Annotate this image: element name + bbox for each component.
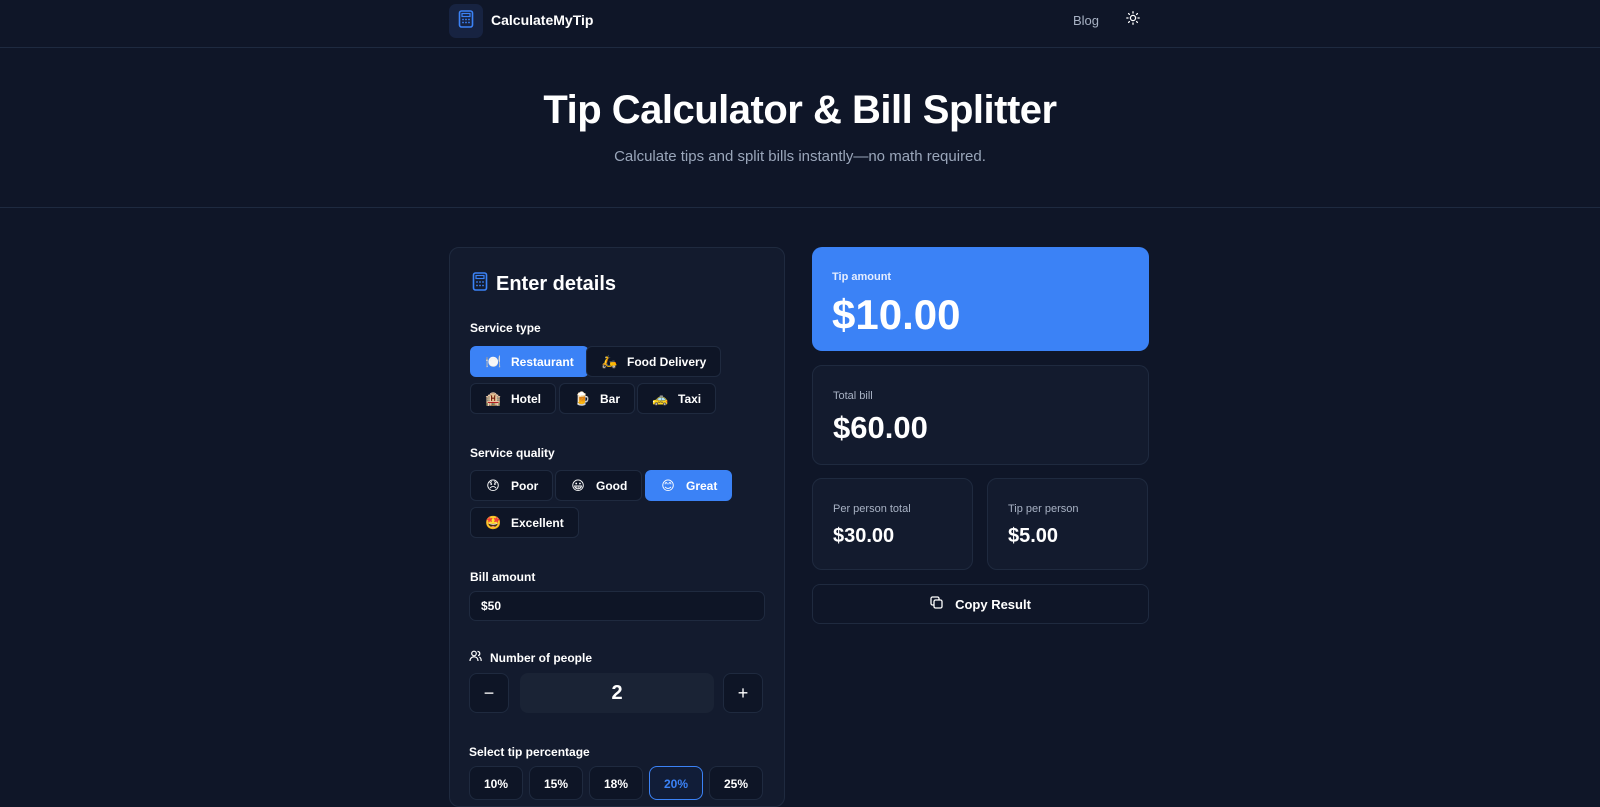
tip-per-person-label: Tip per person: [1008, 503, 1079, 515]
tip-20-button[interactable]: 20%: [649, 766, 703, 800]
per-person-total-value: $30.00: [833, 525, 895, 547]
details-card-title: Enter details: [472, 272, 616, 297]
copy-icon: [930, 596, 943, 612]
page-title: Tip Calculator & Bill Splitter: [543, 88, 1057, 132]
quality-poor[interactable]: 😞 Poor: [470, 470, 554, 501]
people-label-text: Number of people: [490, 650, 593, 665]
tip-percentage-label: Select tip percentage: [469, 745, 590, 759]
nav-blog-link[interactable]: Blog: [1073, 13, 1099, 28]
page-subtitle: Calculate tips and split bills instantly…: [614, 148, 986, 165]
increment-people-button[interactable]: +: [723, 673, 763, 713]
calculator-icon: [472, 272, 488, 297]
total-bill-card: Total bill $60.00: [812, 365, 1149, 465]
brand-name[interactable]: CalculateMyTip: [491, 12, 593, 28]
details-card: Enter details Service type 🍽️ Restaurant…: [449, 247, 785, 807]
decrement-people-button[interactable]: −: [469, 673, 509, 713]
per-person-total-card: Per person total $30.00: [812, 478, 973, 570]
quality-good[interactable]: 😀 Good: [555, 470, 643, 501]
theme-toggle-button[interactable]: [1124, 10, 1142, 30]
tip-15-button[interactable]: 15%: [529, 766, 583, 800]
service-type-hotel[interactable]: 🏨 Hotel: [470, 383, 556, 414]
smile-face-icon: 😊: [661, 477, 675, 493]
chip-label: Great: [686, 478, 718, 493]
chip-label: Taxi: [678, 391, 702, 406]
total-bill-value: $60.00: [833, 410, 928, 445]
grin-face-icon: 😀: [571, 477, 585, 493]
quality-excellent[interactable]: 🤩 Excellent: [470, 507, 579, 538]
service-type-restaurant[interactable]: 🍽️ Restaurant: [470, 346, 589, 377]
chip-label: Bar: [600, 391, 621, 406]
chip-label: Food Delivery: [627, 354, 707, 369]
tip-25-button[interactable]: 25%: [709, 766, 763, 800]
calculator-icon: [458, 9, 474, 33]
taxi-icon: 🚕: [652, 390, 669, 406]
bill-amount-label: Bill amount: [470, 570, 536, 584]
people-label: Number of people: [469, 650, 592, 665]
service-type-label: Service type: [470, 321, 541, 335]
per-person-total-label: Per person total: [833, 503, 911, 515]
tip-10-button[interactable]: 10%: [469, 766, 523, 800]
sad-face-icon: 😞: [486, 477, 500, 493]
tip-amount-label: Tip amount: [832, 271, 892, 283]
hotel-icon: 🏨: [485, 390, 502, 406]
top-navbar: CalculateMyTip Blog: [0, 0, 1600, 48]
people-count: 2: [520, 673, 714, 713]
tip-per-person-card: Tip per person $5.00: [987, 478, 1148, 570]
service-quality-label: Service quality: [470, 446, 555, 460]
sun-icon: [1126, 10, 1140, 30]
bill-amount-input[interactable]: [469, 591, 765, 621]
service-type-bar[interactable]: 🍺 Bar: [559, 383, 636, 414]
total-bill-label: Total bill: [833, 390, 873, 402]
logo[interactable]: [449, 4, 483, 38]
chip-label: Good: [596, 478, 628, 493]
hero-section: Tip Calculator & Bill Splitter Calculate…: [0, 48, 1600, 208]
service-type-taxi[interactable]: 🚕 Taxi: [637, 383, 717, 414]
star-eyes-icon: 🤩: [485, 514, 502, 530]
copy-result-button[interactable]: Copy Result: [812, 584, 1149, 624]
chip-label: Poor: [511, 478, 539, 493]
plate-icon: 🍽️: [485, 353, 502, 369]
tip-amount-value: $10.00: [832, 291, 961, 338]
quality-great[interactable]: 😊 Great: [645, 470, 733, 501]
service-type-food-delivery[interactable]: 🛵 Food Delivery: [586, 346, 722, 377]
tip-amount-card: Tip amount $10.00: [812, 247, 1149, 351]
users-icon: [469, 650, 482, 665]
beer-icon: 🍺: [574, 390, 591, 406]
details-title-text: Enter details: [496, 273, 617, 295]
chip-label: Excellent: [511, 515, 564, 530]
tip-18-button[interactable]: 18%: [589, 766, 643, 800]
chip-label: Hotel: [511, 391, 541, 406]
scooter-icon: 🛵: [601, 353, 618, 369]
copy-result-label: Copy Result: [955, 596, 1031, 612]
tip-per-person-value: $5.00: [1008, 525, 1059, 547]
chip-label: Restaurant: [511, 354, 574, 369]
